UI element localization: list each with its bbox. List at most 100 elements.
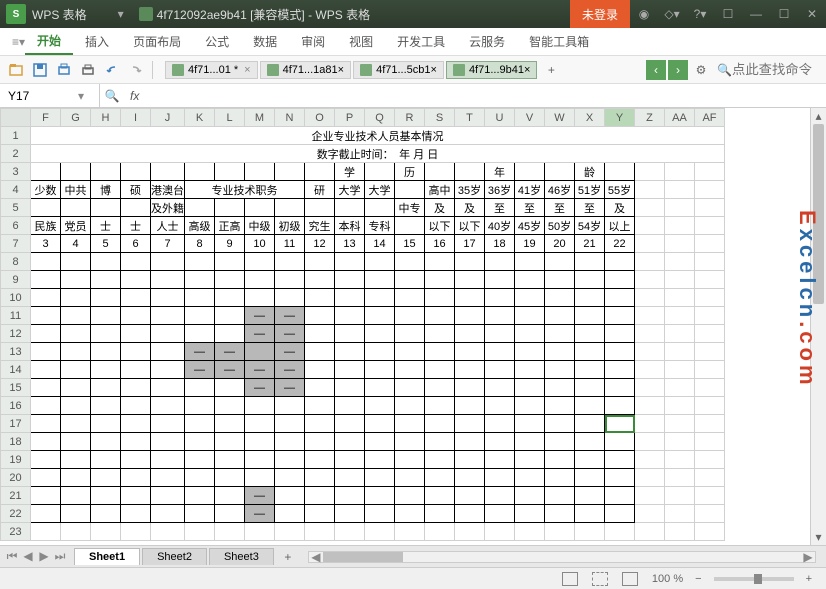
- cell-Z20[interactable]: [635, 469, 665, 487]
- cell-AA6[interactable]: [665, 217, 695, 235]
- cell-M22[interactable]: —: [245, 505, 275, 523]
- cell-Z10[interactable]: [635, 289, 665, 307]
- zoom-in-button[interactable]: +: [806, 573, 812, 585]
- cell-S6[interactable]: 以下: [425, 217, 455, 235]
- cell-AF9[interactable]: [695, 271, 725, 289]
- cell-U20[interactable]: [485, 469, 515, 487]
- hscroll-thumb[interactable]: [323, 552, 403, 562]
- cell-Y12[interactable]: [605, 325, 635, 343]
- settings-icon[interactable]: ⚙: [689, 58, 713, 82]
- cell-S20[interactable]: [425, 469, 455, 487]
- col-header-R[interactable]: R: [395, 109, 425, 127]
- col-header-J[interactable]: J: [151, 109, 185, 127]
- cell-I10[interactable]: [121, 289, 151, 307]
- close-icon[interactable]: ✕: [798, 0, 826, 28]
- cell-V15[interactable]: [515, 379, 545, 397]
- cell-G4[interactable]: 中共: [61, 181, 91, 199]
- cell-H7[interactable]: 5: [91, 235, 121, 253]
- cell-AF20[interactable]: [695, 469, 725, 487]
- cell-O6[interactable]: 究生: [305, 217, 335, 235]
- tab-nav-right[interactable]: ›: [668, 60, 688, 80]
- cell-J17[interactable]: [151, 415, 185, 433]
- cell-O17[interactable]: [305, 415, 335, 433]
- sheet-nav-last[interactable]: ⏭: [52, 549, 68, 564]
- cell-G18[interactable]: [61, 433, 91, 451]
- cell-N23[interactable]: [275, 523, 305, 541]
- cell-F21[interactable]: [31, 487, 61, 505]
- cell-Q15[interactable]: [365, 379, 395, 397]
- row-header-15[interactable]: 15: [1, 379, 31, 397]
- cell-V17[interactable]: [515, 415, 545, 433]
- cell-X4[interactable]: 51岁: [575, 181, 605, 199]
- cell-AF21[interactable]: [695, 487, 725, 505]
- scroll-up-icon[interactable]: ▴: [811, 108, 826, 124]
- cell-N18[interactable]: [275, 433, 305, 451]
- sheet-nav-prev[interactable]: ◀: [20, 549, 36, 564]
- cell-M16[interactable]: [245, 397, 275, 415]
- cell-S5[interactable]: 及: [425, 199, 455, 217]
- cell-O19[interactable]: [305, 451, 335, 469]
- redo-icon[interactable]: [124, 58, 148, 82]
- cell-Z21[interactable]: [635, 487, 665, 505]
- cell-P22[interactable]: [335, 505, 365, 523]
- cell-Q3[interactable]: [365, 163, 395, 181]
- cell-Y10[interactable]: [605, 289, 635, 307]
- row-header-14[interactable]: 14: [1, 361, 31, 379]
- cell-T17[interactable]: [455, 415, 485, 433]
- cell-Y9[interactable]: [605, 271, 635, 289]
- cell-AA16[interactable]: [665, 397, 695, 415]
- cell-F7[interactable]: 3: [31, 235, 61, 253]
- cell-F1[interactable]: 企业专业技术人员基本情况: [31, 127, 725, 145]
- cell-S9[interactable]: [425, 271, 455, 289]
- cell-K5[interactable]: [185, 199, 215, 217]
- cell-V21[interactable]: [515, 487, 545, 505]
- cell-L11[interactable]: [215, 307, 245, 325]
- cell-X7[interactable]: 21: [575, 235, 605, 253]
- hscroll-right-icon[interactable]: ▶: [801, 550, 815, 564]
- cell-P10[interactable]: [335, 289, 365, 307]
- cell-Q18[interactable]: [365, 433, 395, 451]
- feedback-icon[interactable]: ☐: [714, 0, 742, 28]
- cell-J3[interactable]: [151, 163, 185, 181]
- cell-AA10[interactable]: [665, 289, 695, 307]
- cell-P15[interactable]: [335, 379, 365, 397]
- cell-P6[interactable]: 本科: [335, 217, 365, 235]
- cell-F10[interactable]: [31, 289, 61, 307]
- cell-T7[interactable]: 17: [455, 235, 485, 253]
- menu-start[interactable]: 开始: [25, 28, 73, 55]
- cell-H15[interactable]: [91, 379, 121, 397]
- cell-AA22[interactable]: [665, 505, 695, 523]
- cell-S23[interactable]: [425, 523, 455, 541]
- cell-N11[interactable]: —: [275, 307, 305, 325]
- cell-Y3[interactable]: [605, 163, 635, 181]
- col-header-O[interactable]: O: [305, 109, 335, 127]
- cell-J22[interactable]: [151, 505, 185, 523]
- cell-K6[interactable]: 高级: [185, 217, 215, 235]
- col-header-W[interactable]: W: [545, 109, 575, 127]
- cell-AA7[interactable]: [665, 235, 695, 253]
- cell-S17[interactable]: [425, 415, 455, 433]
- cell-V4[interactable]: 41岁: [515, 181, 545, 199]
- cell-H17[interactable]: [91, 415, 121, 433]
- cell-H16[interactable]: [91, 397, 121, 415]
- cell-S16[interactable]: [425, 397, 455, 415]
- cell-S13[interactable]: [425, 343, 455, 361]
- cell-U14[interactable]: [485, 361, 515, 379]
- cell-J19[interactable]: [151, 451, 185, 469]
- cell-T4[interactable]: 35岁: [455, 181, 485, 199]
- cell-L6[interactable]: 正高: [215, 217, 245, 235]
- cell-L8[interactable]: [215, 253, 245, 271]
- cell-X8[interactable]: [575, 253, 605, 271]
- cell-G12[interactable]: [61, 325, 91, 343]
- menu-insert[interactable]: 插入: [73, 28, 121, 55]
- menu-formula[interactable]: 公式: [193, 28, 241, 55]
- cell-Q13[interactable]: [365, 343, 395, 361]
- cell-Y8[interactable]: [605, 253, 635, 271]
- cell-AA19[interactable]: [665, 451, 695, 469]
- cell-W13[interactable]: [545, 343, 575, 361]
- cell-G19[interactable]: [61, 451, 91, 469]
- cell-T21[interactable]: [455, 487, 485, 505]
- col-header-S[interactable]: S: [425, 109, 455, 127]
- cell-X14[interactable]: [575, 361, 605, 379]
- cell-Y21[interactable]: [605, 487, 635, 505]
